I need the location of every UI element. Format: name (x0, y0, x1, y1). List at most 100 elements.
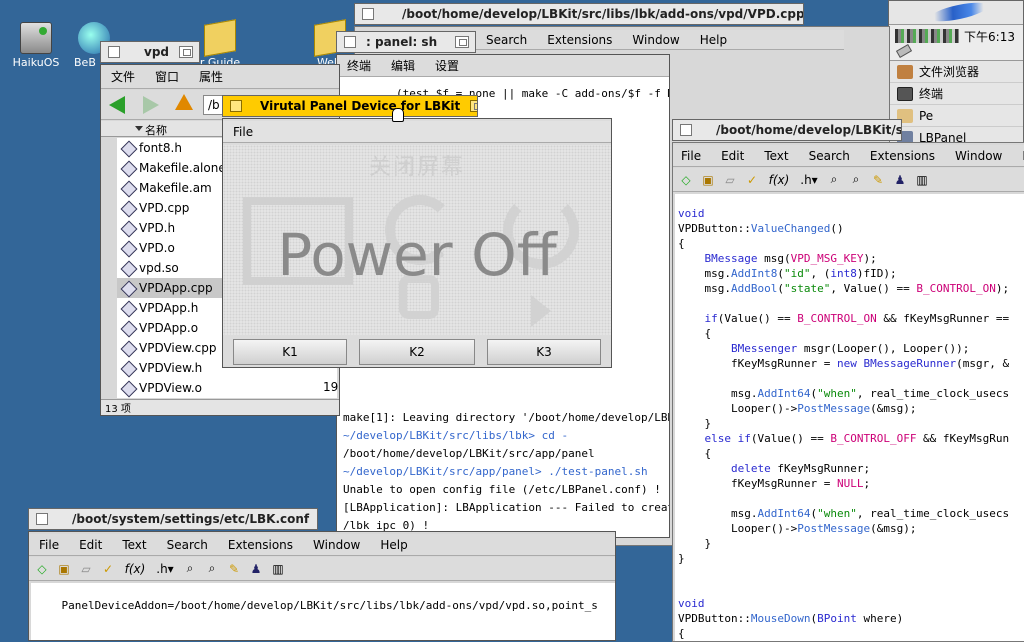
lcd-screen: 关闭屏幕 Power Off (223, 145, 611, 335)
menu-search[interactable]: Search (476, 33, 537, 47)
menu-help[interactable]: Help (370, 538, 417, 552)
close-box[interactable] (344, 36, 356, 48)
open-icon[interactable]: ◇ (677, 171, 695, 189)
menu-terminal[interactable]: 终端 (337, 57, 381, 74)
arrow-right-icon (531, 295, 551, 327)
save-icon[interactable]: ▱ (721, 171, 739, 189)
zoom-box[interactable] (470, 100, 477, 112)
function-menu-icon[interactable]: f(x) (765, 171, 793, 189)
find-next-icon[interactable]: ⌕ (847, 171, 865, 189)
menu-file[interactable]: File (673, 149, 711, 163)
tray-item-pe[interactable]: Pe (889, 105, 1023, 127)
conf-line: PanelDeviceAddon=/boot/home/develop/LBKi… (61, 599, 598, 612)
open-icon[interactable]: ◇ (33, 560, 51, 578)
book-icon (204, 19, 236, 57)
header-menu-icon[interactable]: .h▾ (153, 560, 177, 578)
menu-search[interactable]: Search (157, 538, 218, 552)
terminal-line: [LBApplication]: LBApplication --- Faile… (343, 501, 669, 514)
zoom-box[interactable] (179, 46, 194, 58)
menu-file[interactable]: File (223, 125, 263, 139)
tray-item-label: 终端 (919, 87, 944, 101)
menu-text[interactable]: Text (112, 538, 156, 552)
window-title: vpd (144, 45, 170, 59)
menu-extensions[interactable]: Extensions (537, 33, 622, 47)
menu-edit[interactable]: Edit (711, 149, 754, 163)
menu-search[interactable]: Search (799, 149, 860, 163)
tray-status: 下午6:13 (889, 25, 1023, 61)
back-arrow-icon[interactable] (109, 96, 125, 114)
zoom-box[interactable] (455, 36, 469, 48)
leaf-menu-button[interactable] (889, 0, 1023, 26)
function-menu-icon[interactable]: f(x) (121, 560, 149, 578)
menu-edit[interactable]: 编辑 (381, 57, 425, 74)
terminal-line: ~/develop/LBKit/src/app/panel> ./test-pa… (343, 465, 648, 478)
pencil-icon[interactable]: ✎ (225, 560, 243, 578)
pencil-icon[interactable]: ✎ (869, 171, 887, 189)
window-tab-terminal[interactable]: : panel: sh (336, 31, 476, 53)
menu-file[interactable]: 文件 (101, 68, 145, 85)
pe-main-window: File Edit Text Search Extensions Window … (672, 142, 1024, 642)
menu-window[interactable]: Window (622, 33, 689, 47)
menu-window[interactable]: Window (945, 149, 1012, 163)
window-title: /boot/home/develop/LBKit/src (716, 123, 902, 137)
window-tab-panel[interactable]: Virutal Panel Device for LBKit (222, 95, 478, 117)
menu-help[interactable]: Help (690, 33, 737, 47)
check-icon[interactable]: ✓ (743, 171, 761, 189)
menu-edit[interactable]: Edit (69, 538, 112, 552)
tracker-menubar: 文件 窗口 属性 (101, 65, 339, 89)
check-icon[interactable]: ✓ (99, 560, 117, 578)
sort-arrow-icon (135, 126, 143, 131)
find-icon[interactable]: ⌕ (825, 171, 843, 189)
status-bar: 13 项 (101, 399, 339, 415)
save-icon[interactable]: ▱ (77, 560, 95, 578)
k1-button[interactable]: K1 (233, 339, 347, 365)
terminal-line: .. -llbk (343, 373, 663, 391)
close-box[interactable] (36, 513, 48, 525)
window-tab-lbk-conf[interactable]: /boot/system/settings/etc/LBK.conf (28, 508, 318, 530)
forward-arrow-icon[interactable] (143, 96, 159, 114)
conf-editor[interactable]: PanelDeviceAddon=/boot/home/develop/LBKi… (31, 583, 615, 640)
menu-help[interactable]: Help (1012, 149, 1024, 163)
mouse-cursor-icon (392, 108, 404, 122)
terminal-line: /boot/home/develop/LBKit/src/app/panel (343, 447, 595, 460)
menu-window[interactable]: 窗口 (145, 68, 189, 85)
deskbar: 下午6:13 文件浏览器 终端 Pe LBPanel (888, 0, 1024, 150)
close-box[interactable] (680, 124, 692, 136)
desktop-icon-haikuos[interactable]: HaikuOS (6, 22, 66, 69)
find-next-icon[interactable]: ⌕ (203, 560, 221, 578)
menu-window[interactable]: Window (303, 538, 370, 552)
menu-file[interactable]: File (29, 538, 69, 552)
disk-icon (20, 22, 52, 54)
close-box[interactable] (362, 8, 374, 20)
menu-text[interactable]: Text (754, 149, 798, 163)
item-count: 13 项 (105, 404, 131, 415)
folder-open-icon[interactable]: ▣ (55, 560, 73, 578)
window-tab-vpd-cpp[interactable]: /boot/home/develop/LBKit/src/libs/lbk/ad… (354, 3, 804, 25)
k3-button[interactable]: K3 (487, 339, 601, 365)
menu-extensions[interactable]: Extensions (860, 149, 945, 163)
split-icon[interactable]: ▥ (269, 560, 287, 578)
window-tab-tracker[interactable]: vpd (100, 41, 200, 63)
execute-icon[interactable]: ♟ (891, 171, 909, 189)
close-box[interactable] (230, 100, 242, 112)
menu-extensions[interactable]: Extensions (218, 538, 303, 552)
folder-icon (897, 65, 913, 79)
folder-open-icon[interactable]: ▣ (699, 171, 717, 189)
up-arrow-icon[interactable] (175, 94, 193, 110)
find-icon[interactable]: ⌕ (181, 560, 199, 578)
k2-button[interactable]: K2 (359, 339, 475, 365)
tray-item-tracker[interactable]: 文件浏览器 (889, 61, 1023, 83)
menu-attributes[interactable]: 属性 (189, 68, 233, 85)
lbk-conf-menubar: File Edit Text Search Extensions Window … (29, 534, 615, 556)
code-editor[interactable]: void VPDButton::ValueChanged() { BMessag… (675, 194, 1024, 641)
close-box[interactable] (108, 46, 120, 58)
header-menu-icon[interactable]: .h▾ (797, 171, 821, 189)
menu-settings[interactable]: 设置 (425, 57, 469, 74)
eraser-icon (895, 44, 913, 58)
file-item[interactable]: VPDView.o (117, 378, 337, 398)
tray-clock[interactable]: 下午6:13 (964, 28, 1015, 45)
tray-item-terminal[interactable]: 终端 (889, 83, 1023, 105)
execute-icon[interactable]: ♟ (247, 560, 265, 578)
split-icon[interactable]: ▥ (913, 171, 931, 189)
window-tab-pe-main[interactable]: /boot/home/develop/LBKit/src (672, 119, 902, 141)
